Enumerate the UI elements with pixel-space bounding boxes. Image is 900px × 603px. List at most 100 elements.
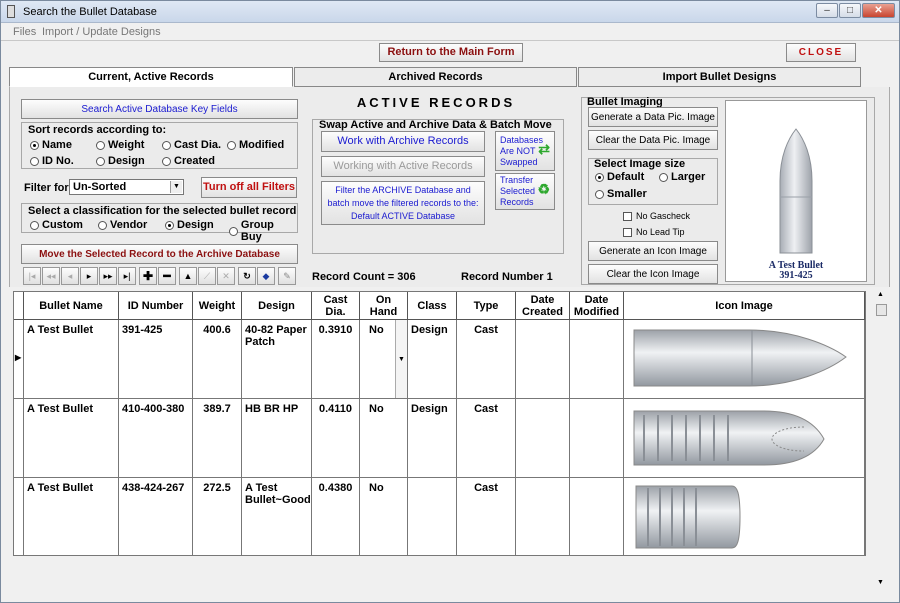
generate-data-pic-button[interactable]: Generate a Data Pic. Image — [588, 107, 718, 127]
row-selector[interactable] — [14, 478, 24, 556]
size-smaller-radio[interactable]: Smaller — [595, 188, 647, 200]
cell-modified[interactable] — [570, 478, 624, 556]
class-vendor-radio[interactable]: Vendor — [98, 219, 147, 231]
cell-created[interactable] — [516, 478, 570, 556]
work-archive-button[interactable]: Work with Archive Records — [321, 131, 485, 152]
col-bullet-name[interactable]: Bullet Name — [24, 292, 119, 320]
cell-created[interactable] — [516, 399, 570, 478]
cell-dia[interactable]: 0.4110 — [312, 399, 360, 478]
move-to-archive-button[interactable]: Move the Selected Record to the Archive … — [21, 244, 298, 264]
col-class[interactable]: Class — [408, 292, 457, 320]
prev-page-button[interactable]: ◂◂ — [42, 267, 60, 285]
col-date-created[interactable]: Date Created — [516, 292, 570, 320]
scroll-down-icon[interactable]: ▼ — [877, 579, 884, 586]
cell-type[interactable]: Cast — [457, 478, 516, 556]
generate-icon-button[interactable]: Generate an Icon Image — [588, 241, 718, 261]
next-page-button[interactable]: ▸▸ — [99, 267, 117, 285]
cell-created[interactable] — [516, 320, 570, 399]
tab-current-active[interactable]: Current, Active Records — [9, 67, 293, 87]
sort-weight-radio[interactable]: Weight — [96, 139, 144, 151]
working-active-button[interactable]: Working with Active Records — [321, 156, 485, 177]
sort-name-radio[interactable]: Name — [30, 139, 72, 151]
no-lead-tip-checkbox[interactable]: No Lead Tip — [623, 227, 685, 237]
cell-modified[interactable] — [570, 399, 624, 478]
col-weight[interactable]: Weight — [193, 292, 242, 320]
tag-icon[interactable]: ◆ — [257, 267, 275, 285]
cell-id[interactable]: 410-400-380 — [119, 399, 193, 478]
cell-design[interactable]: A Test Bullet~GoodS — [242, 478, 312, 556]
scroll-up-icon[interactable]: ▲ — [877, 291, 884, 298]
maximize-button[interactable]: □ — [839, 3, 861, 18]
search-active-button[interactable]: Search Active Database Key Fields — [21, 99, 298, 119]
cell-type[interactable]: Cast — [457, 399, 516, 478]
cell-dia[interactable]: 0.4380 — [312, 478, 360, 556]
transfer-selected-button[interactable]: Transfer Selected Records ♻ — [495, 173, 555, 210]
prev-record-button[interactable]: ◂ — [61, 267, 79, 285]
window-close-button[interactable]: ✕ — [862, 3, 895, 18]
filter-select[interactable]: Un-Sorted ▼ — [69, 179, 184, 195]
col-id-number[interactable]: ID Number — [119, 292, 193, 320]
cell-design[interactable]: HB BR HP — [242, 399, 312, 478]
cell-on-hand[interactable]: No ▼ — [360, 320, 408, 399]
menu-import-update[interactable]: Import / Update Designs — [42, 26, 161, 38]
cell-id[interactable]: 438-424-267 — [119, 478, 193, 556]
cell-weight[interactable]: 389.7 — [193, 399, 242, 478]
col-date-modified[interactable]: Date Modified — [570, 292, 624, 320]
cell-class[interactable] — [408, 478, 457, 556]
turn-off-filters-button[interactable]: Turn off all Filters — [201, 177, 297, 198]
col-cast-dia[interactable]: Cast Dia. — [312, 292, 360, 320]
clear-data-pic-button[interactable]: Clear the Data Pic. Image — [588, 130, 718, 150]
col-icon-image[interactable]: Icon Image — [624, 292, 865, 320]
sort-modified-radio[interactable]: Modified — [227, 139, 284, 151]
cell-modified[interactable] — [570, 320, 624, 399]
sort-design-radio[interactable]: Design — [96, 155, 145, 167]
cell-class[interactable]: Design — [408, 399, 457, 478]
cell-class[interactable]: Design — [408, 320, 457, 399]
sort-created-radio[interactable]: Created — [162, 155, 215, 167]
chevron-down-icon[interactable]: ▼ — [170, 181, 182, 193]
col-design[interactable]: Design — [242, 292, 312, 320]
cell-on-hand[interactable]: No — [360, 478, 408, 556]
swap-databases-button[interactable]: Databases Are NOT Swapped ⇄ — [495, 131, 555, 171]
cell-design[interactable]: 40-82 Paper Patch — [242, 320, 312, 399]
no-gascheck-checkbox[interactable]: No Gascheck — [623, 211, 690, 221]
class-custom-radio[interactable]: Custom — [30, 219, 83, 231]
close-button[interactable]: CLOSE — [786, 43, 856, 62]
class-design-radio[interactable]: Design — [165, 219, 214, 231]
vertical-scrollbar[interactable]: ▲ ▼ — [874, 291, 889, 591]
filter-archive-button[interactable]: Filter the ARCHIVE Database and batch mo… — [321, 181, 485, 225]
tab-archived[interactable]: Archived Records — [294, 67, 577, 87]
menu-files[interactable]: Files — [13, 26, 36, 38]
row-selector[interactable] — [14, 399, 24, 478]
col-on-hand[interactable]: On Hand — [360, 292, 408, 320]
first-record-button[interactable]: |◂ — [23, 267, 41, 285]
cell-name[interactable]: A Test Bullet — [24, 320, 119, 399]
add-record-button[interactable]: ✚ — [139, 267, 157, 285]
return-main-form-button[interactable]: Return to the Main Form — [379, 43, 523, 62]
sort-castdia-radio[interactable]: Cast Dia. — [162, 139, 221, 151]
edit-record-button[interactable]: ⟋ — [198, 267, 216, 285]
next-record-button[interactable]: ▸ — [80, 267, 98, 285]
last-record-button[interactable]: ▸| — [118, 267, 136, 285]
col-type[interactable]: Type — [457, 292, 516, 320]
chevron-down-icon[interactable]: ▼ — [395, 320, 407, 398]
sort-idno-radio[interactable]: ID No. — [30, 155, 74, 167]
cell-weight[interactable]: 272.5 — [193, 478, 242, 556]
cell-weight[interactable]: 400.6 — [193, 320, 242, 399]
size-larger-radio[interactable]: Larger — [659, 171, 705, 183]
size-default-radio[interactable]: Default — [595, 171, 644, 183]
cell-on-hand[interactable]: No — [360, 399, 408, 478]
move-up-button[interactable]: ▲ — [179, 267, 197, 285]
undo-icon[interactable]: ✎ — [278, 267, 296, 285]
cell-dia[interactable]: 0.3910 — [312, 320, 360, 399]
cancel-edit-button[interactable]: ✕ — [217, 267, 235, 285]
cell-name[interactable]: A Test Bullet — [24, 399, 119, 478]
delete-record-button[interactable]: ━ — [158, 267, 176, 285]
refresh-icon[interactable]: ↻ — [238, 267, 256, 285]
clear-icon-button[interactable]: Clear the Icon Image — [588, 264, 718, 284]
cell-id[interactable]: 391-425 — [119, 320, 193, 399]
cell-name[interactable]: A Test Bullet — [24, 478, 119, 556]
tab-import-designs[interactable]: Import Bullet Designs — [578, 67, 861, 87]
class-groupbuy-radio[interactable]: Group Buy — [229, 219, 297, 243]
row-selector[interactable]: ▶ — [14, 320, 24, 399]
